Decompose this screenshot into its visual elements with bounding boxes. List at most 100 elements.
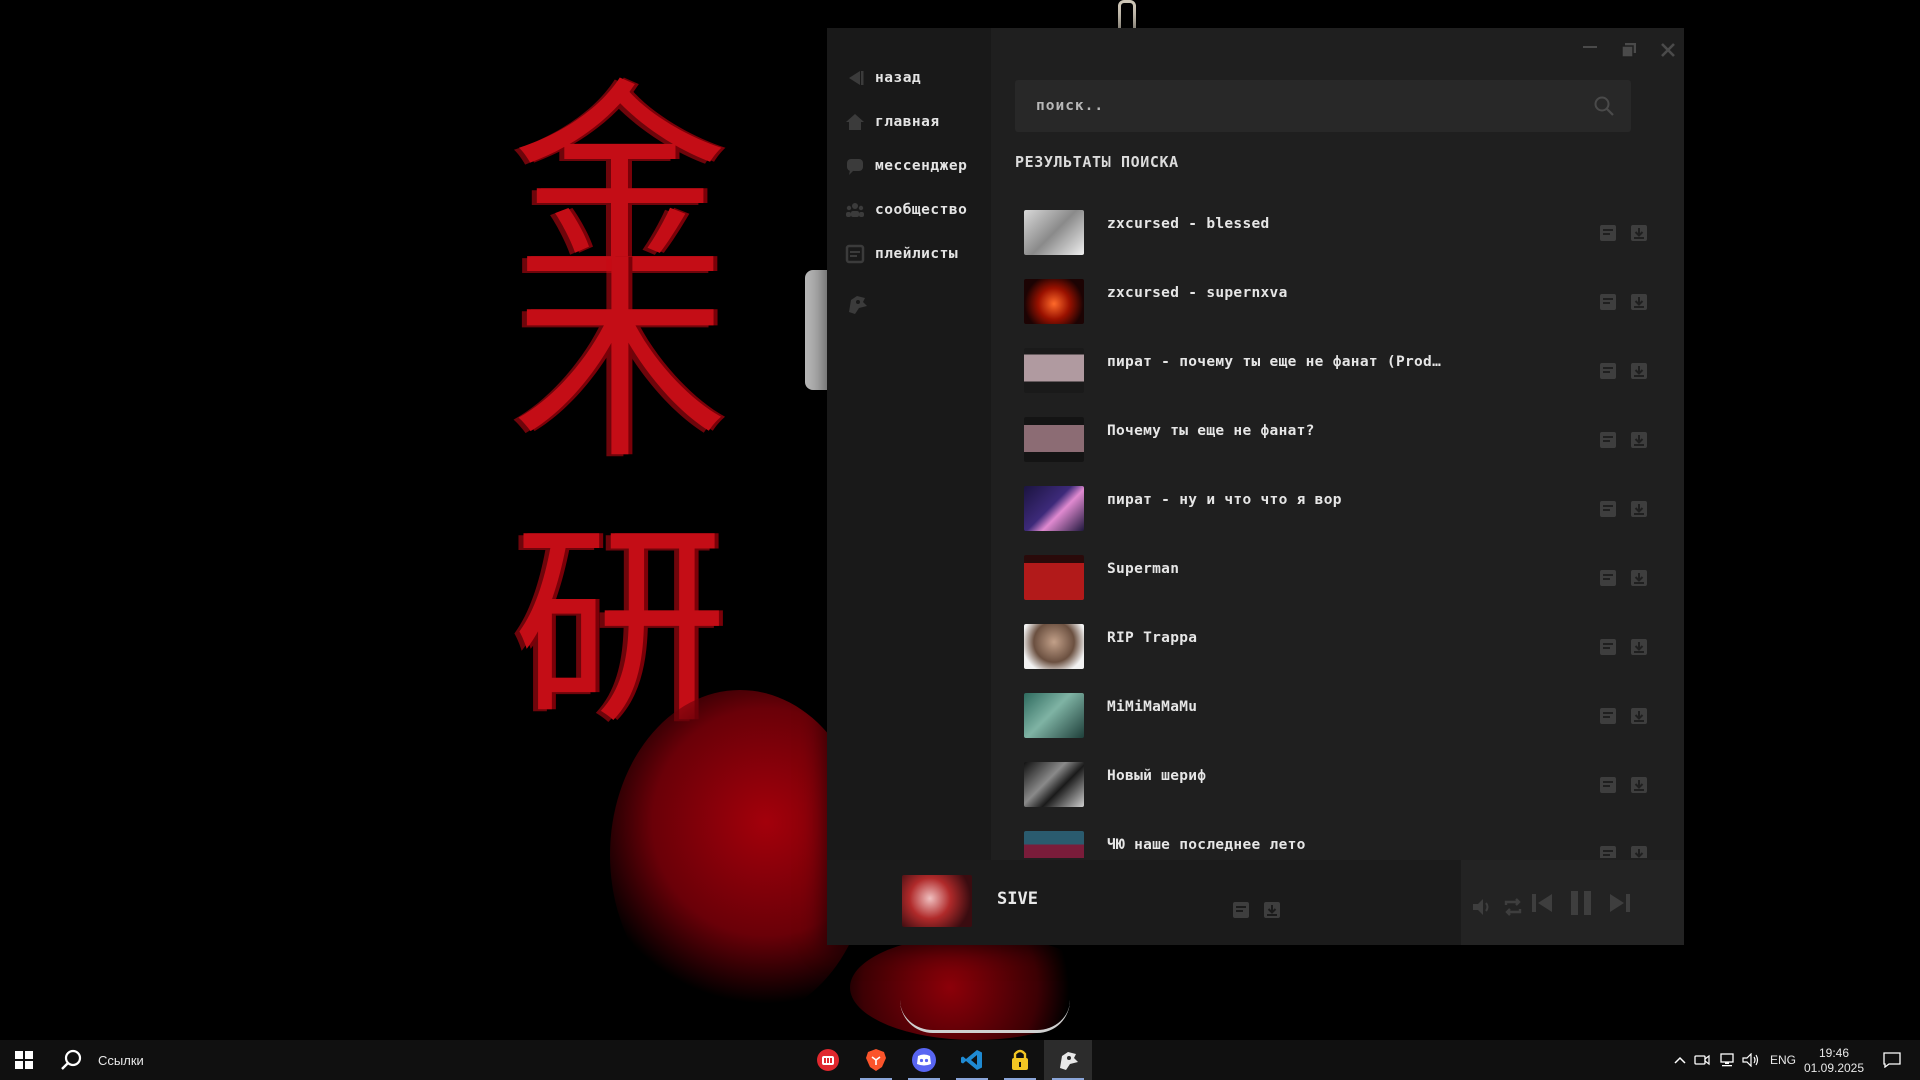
add-to-playlist-icon[interactable]	[1598, 844, 1618, 858]
download-icon[interactable]	[1629, 430, 1649, 450]
add-to-playlist-icon[interactable]	[1598, 637, 1618, 657]
clock-time: 19:46	[1818, 1045, 1850, 1060]
maximize-button[interactable]	[1616, 38, 1642, 62]
wallpaper-white-outline	[900, 1000, 1070, 1033]
playback-controls	[1461, 860, 1684, 945]
download-icon[interactable]	[1629, 499, 1649, 519]
lock-app-icon	[1012, 1049, 1028, 1070]
download-icon[interactable]	[1262, 900, 1282, 920]
track-title: Почему ты еще не фанат?	[1107, 423, 1315, 439]
track-cover	[1024, 624, 1084, 669]
sidebar-item-label: сообщество	[875, 202, 968, 218]
track-row[interactable]: Superman	[1015, 543, 1667, 612]
tray-volume[interactable]	[1740, 1040, 1762, 1080]
add-to-playlist-icon[interactable]	[1231, 900, 1251, 920]
taskbar-search[interactable]: Ссылки	[48, 1040, 190, 1080]
search-icon[interactable]	[1593, 95, 1615, 117]
track-row[interactable]: RIP Trappa	[1015, 612, 1667, 681]
track-cover	[1024, 348, 1084, 393]
volume-icon[interactable]	[1471, 897, 1493, 917]
close-button[interactable]	[1655, 38, 1681, 62]
notification-icon	[1883, 1052, 1901, 1068]
track-row[interactable]: Новый шериф	[1015, 750, 1667, 819]
taskbar-app-music-active[interactable]	[1044, 1040, 1092, 1080]
track-cover	[1024, 417, 1084, 462]
volume-icon	[1742, 1053, 1759, 1067]
download-icon[interactable]	[1629, 637, 1649, 657]
track-row[interactable]: пират - почему ты еще не фанат (Prod.IO…	[1015, 336, 1667, 405]
restore-icon	[1621, 43, 1636, 58]
add-to-playlist-icon[interactable]	[1598, 430, 1618, 450]
sidebar-item-back[interactable]: назад	[845, 64, 921, 92]
sidebar: назад главная мессенджер сообщество плей…	[827, 28, 991, 860]
add-to-playlist-icon[interactable]	[1598, 499, 1618, 519]
track-cover	[1024, 210, 1084, 255]
previous-track-icon[interactable]	[1529, 890, 1555, 916]
track-row[interactable]: zxcursed - blessed	[1015, 198, 1667, 267]
community-icon	[846, 203, 864, 217]
add-to-playlist-icon[interactable]	[1598, 775, 1618, 795]
sidebar-item-playlists[interactable]: плейлисты	[845, 240, 958, 268]
add-to-playlist-icon[interactable]	[1598, 568, 1618, 588]
track-row[interactable]: Почему ты еще не фанат?	[1015, 405, 1667, 474]
taskbar-app-vscode[interactable]	[948, 1040, 996, 1080]
track-row[interactable]: ЧЮ наше последнее лето	[1015, 819, 1667, 858]
sidebar-app-logo[interactable]	[845, 290, 869, 318]
add-to-playlist-icon[interactable]	[1598, 706, 1618, 726]
app-logo-icon	[1060, 1052, 1078, 1070]
sidebar-item-label: плейлисты	[875, 246, 959, 262]
sidebar-item-messenger[interactable]: мессенджер	[845, 152, 967, 180]
add-to-playlist-icon[interactable]	[1598, 223, 1618, 243]
track-title: Superman	[1107, 561, 1180, 577]
tray-meet[interactable]	[1692, 1040, 1712, 1080]
now-playing-cover	[902, 875, 972, 927]
add-to-playlist-icon[interactable]	[1598, 361, 1618, 381]
track-cover	[1024, 693, 1084, 738]
taskbar-app-red[interactable]	[804, 1040, 852, 1080]
track-row[interactable]: пират - ну и что что я вор	[1015, 474, 1667, 543]
playlist-icon	[845, 244, 865, 264]
download-icon[interactable]	[1629, 223, 1649, 243]
home-icon	[846, 114, 864, 130]
music-app-window: назад главная мессенджер сообщество плей…	[827, 28, 1684, 945]
track-cover	[1024, 555, 1084, 600]
download-icon[interactable]	[1629, 361, 1649, 381]
vscode-icon	[961, 1050, 982, 1070]
track-cover	[1024, 762, 1084, 807]
wallpaper-kanji-2: 木	[512, 237, 728, 488]
search-input[interactable]	[1015, 80, 1596, 132]
download-icon[interactable]	[1629, 568, 1649, 588]
windows-logo-icon	[15, 1051, 33, 1069]
download-icon[interactable]	[1629, 775, 1649, 795]
tray-language[interactable]: ENG	[1766, 1040, 1800, 1080]
track-title: ЧЮ наше последнее лето	[1107, 837, 1306, 853]
track-title: Новый шериф	[1107, 768, 1207, 784]
track-row[interactable]: MiMiMaMaMu	[1015, 681, 1667, 750]
download-icon[interactable]	[1629, 706, 1649, 726]
minimize-button[interactable]	[1577, 36, 1603, 60]
start-button[interactable]	[0, 1040, 48, 1080]
add-to-playlist-icon[interactable]	[1598, 292, 1618, 312]
tray-clock[interactable]: 19:46 01.09.2025	[1802, 1040, 1866, 1080]
sidebar-item-home[interactable]: главная	[845, 108, 940, 136]
track-cover	[1024, 486, 1084, 531]
track-cover	[1024, 279, 1084, 324]
chevron-up-icon	[1674, 1056, 1686, 1064]
sidebar-item-label: назад	[875, 70, 922, 86]
taskbar-app-brave[interactable]	[852, 1040, 900, 1080]
notifications-button[interactable]	[1872, 1040, 1912, 1080]
taskbar-app-discord[interactable]	[900, 1040, 948, 1080]
taskbar-search-label: Ссылки	[98, 1052, 144, 1068]
tray-network[interactable]	[1716, 1040, 1738, 1080]
pause-icon[interactable]	[1567, 888, 1595, 918]
next-track-icon[interactable]	[1607, 890, 1633, 916]
download-icon[interactable]	[1629, 844, 1649, 858]
taskbar-app-lock[interactable]	[996, 1040, 1044, 1080]
tray-overflow[interactable]	[1670, 1040, 1690, 1080]
discord-icon	[912, 1048, 936, 1072]
track-row[interactable]: zxcursed - supernxva	[1015, 267, 1667, 336]
taskbar: Ссылки ENG 19:46 01.09.2025	[0, 1040, 1920, 1080]
sidebar-item-community[interactable]: сообщество	[845, 196, 967, 224]
download-icon[interactable]	[1629, 292, 1649, 312]
repeat-icon[interactable]	[1502, 897, 1524, 917]
